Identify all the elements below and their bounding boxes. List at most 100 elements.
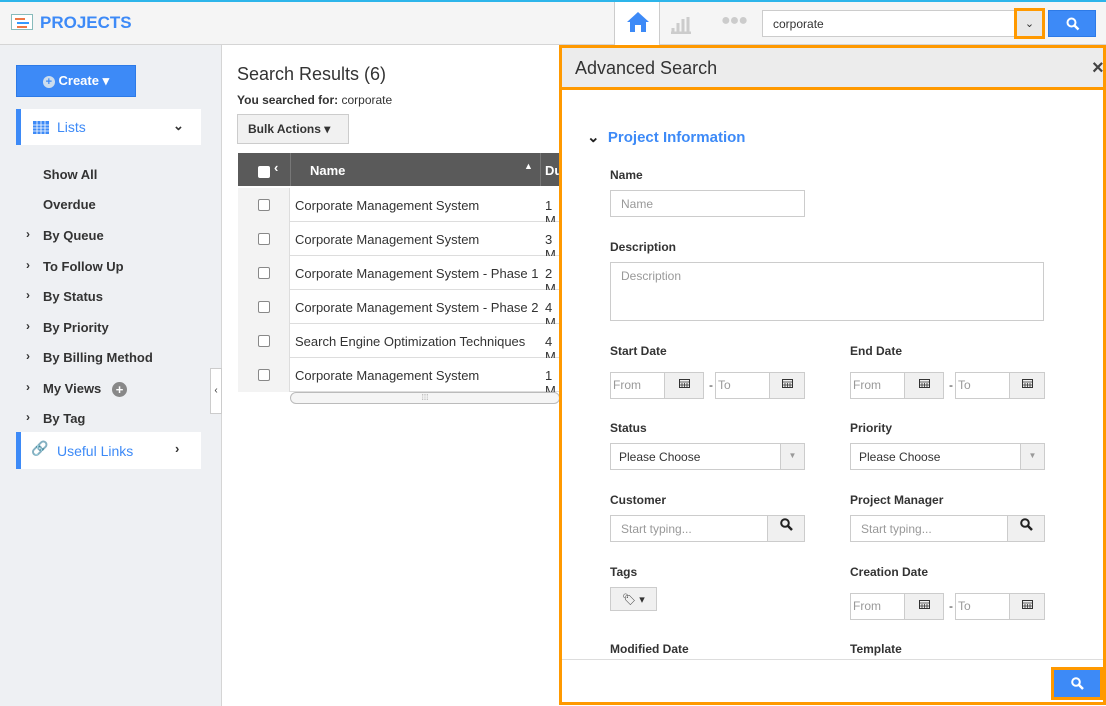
calendar-icon[interactable] bbox=[904, 372, 944, 399]
caret-down-icon[interactable]: ▼ bbox=[780, 443, 805, 470]
customer-input[interactable]: Start typing... bbox=[610, 515, 768, 542]
range-dash: - bbox=[949, 599, 953, 613]
section-toggle[interactable]: ⌄ Project Information bbox=[587, 128, 745, 146]
search-icon[interactable] bbox=[767, 515, 805, 542]
advanced-search-toggle[interactable]: ⌄ bbox=[1014, 8, 1045, 39]
calendar-icon[interactable] bbox=[769, 372, 805, 399]
calendar-icon[interactable] bbox=[664, 372, 704, 399]
row-checkbox[interactable] bbox=[258, 199, 270, 211]
caret-down-icon: ▾ bbox=[102, 73, 110, 88]
sort-asc-icon: ▲ bbox=[524, 161, 533, 171]
horizontal-scrollbar[interactable]: ⁞⁞⁞ bbox=[290, 392, 560, 404]
chevron-right-icon: › bbox=[26, 258, 30, 272]
row-name[interactable]: Corporate Management System bbox=[295, 368, 479, 383]
row-checkbox[interactable] bbox=[258, 233, 270, 245]
row-checkbox[interactable] bbox=[258, 301, 270, 313]
search-icon[interactable] bbox=[1007, 515, 1045, 542]
bulk-actions-button[interactable]: Bulk Actions ▾ bbox=[237, 114, 349, 144]
row-name[interactable]: Search Engine Optimization Techniques bbox=[295, 334, 525, 349]
chevron-down-icon: ⌄ bbox=[1024, 18, 1035, 30]
chevron-right-icon: › bbox=[26, 410, 30, 424]
create-button[interactable]: + Create ▾ bbox=[16, 65, 136, 97]
add-view-icon[interactable]: + bbox=[112, 382, 127, 397]
creation-date-to[interactable]: To bbox=[955, 593, 1010, 620]
home-button[interactable] bbox=[614, 2, 660, 45]
table-row[interactable]: Corporate Management System 1 M bbox=[238, 358, 563, 398]
sidebar-item[interactable]: Show All bbox=[43, 167, 97, 182]
start-date-to[interactable]: To bbox=[715, 372, 770, 399]
collapse-sidebar-button[interactable]: ‹ bbox=[210, 368, 222, 414]
sidebar-item[interactable]: By Priority bbox=[43, 320, 109, 335]
advanced-search-submit[interactable] bbox=[1051, 667, 1103, 700]
page-title: Search Results (6) bbox=[237, 64, 387, 84]
close-icon[interactable]: × bbox=[1092, 57, 1103, 80]
searched-for: You searched for: corporate bbox=[237, 93, 393, 107]
sidebar-item[interactable]: To Follow Up bbox=[43, 259, 124, 274]
table-row[interactable]: Corporate Management System 3 M bbox=[238, 222, 563, 262]
row-checkbox[interactable] bbox=[258, 335, 270, 347]
caret-down-icon[interactable]: ▼ bbox=[1020, 443, 1045, 470]
plus-circle-icon: + bbox=[42, 76, 55, 88]
more-icon[interactable]: ●●● bbox=[721, 12, 748, 30]
row-select-cell bbox=[238, 324, 290, 358]
modified-date-label: Modified Date bbox=[610, 642, 689, 656]
panel-footer bbox=[562, 659, 1103, 702]
app-title: PROJECTS bbox=[40, 13, 132, 32]
table-row[interactable]: Corporate Management System - Phase 24 M bbox=[238, 290, 563, 330]
row-name[interactable]: Corporate Management System - Phase 2 bbox=[295, 300, 539, 315]
tag-icon: 🏷 bbox=[622, 594, 637, 606]
template-label: Template bbox=[850, 642, 902, 656]
priority-label: Priority bbox=[850, 421, 893, 435]
row-name[interactable]: Corporate Management System - Phase 1 bbox=[295, 266, 539, 281]
row-name[interactable]: Corporate Management System bbox=[295, 198, 479, 213]
chart-icon[interactable] bbox=[670, 14, 692, 34]
row-name[interactable]: Corporate Management System bbox=[295, 232, 479, 247]
row-checkbox[interactable] bbox=[258, 369, 270, 381]
tags-dropdown[interactable]: 🏷 ▾ bbox=[610, 587, 657, 611]
panel-title: Advanced Search bbox=[575, 58, 718, 78]
calendar-icon[interactable] bbox=[1009, 372, 1045, 399]
useful-links-toggle[interactable]: 🔗 Useful Links › bbox=[16, 432, 201, 469]
advanced-search-panel: Advanced Search × ⌄ Project Information … bbox=[559, 45, 1106, 705]
select-all-checkbox[interactable] bbox=[258, 166, 270, 178]
end-date-label: End Date bbox=[850, 344, 903, 358]
chevron-left-icon[interactable]: ‹ bbox=[274, 160, 278, 175]
search-icon bbox=[1066, 17, 1080, 31]
row-checkbox[interactable] bbox=[258, 267, 270, 279]
projects-logo-icon bbox=[11, 14, 33, 30]
chevron-right-icon: › bbox=[26, 319, 30, 333]
sidebar-item[interactable]: By Billing Method bbox=[43, 350, 153, 365]
lists-toggle[interactable]: Lists ⌄ bbox=[16, 109, 201, 145]
start-date-from[interactable]: From bbox=[610, 372, 665, 399]
table-row[interactable]: Search Engine Optimization Techniques 4 M bbox=[238, 324, 563, 364]
end-date-from[interactable]: From bbox=[850, 372, 905, 399]
table-row[interactable]: Corporate Management System - Phase 12 M bbox=[238, 256, 563, 296]
calendar-icon[interactable] bbox=[1009, 593, 1045, 620]
sidebar-item[interactable]: By Status bbox=[43, 289, 103, 304]
description-label: Description bbox=[610, 240, 677, 254]
calendar-icon[interactable] bbox=[904, 593, 944, 620]
chevron-right-icon: › bbox=[26, 288, 30, 302]
name-input[interactable]: Name bbox=[610, 190, 805, 217]
column-name[interactable]: Name bbox=[310, 163, 345, 178]
range-dash: - bbox=[949, 378, 953, 392]
table-row[interactable]: Corporate Management System 1 M bbox=[238, 188, 563, 228]
search-input[interactable]: corporate bbox=[762, 10, 1016, 37]
row-select-cell bbox=[238, 256, 290, 290]
row-select-cell bbox=[238, 222, 290, 256]
sidebar-item[interactable]: By Queue bbox=[43, 228, 104, 243]
chevron-down-icon: ⌄ bbox=[587, 129, 600, 146]
end-date-to[interactable]: To bbox=[955, 372, 1010, 399]
creation-date-label: Creation Date bbox=[850, 565, 929, 579]
sidebar-item[interactable]: Overdue bbox=[43, 197, 96, 212]
sidebar-item[interactable]: By Tag bbox=[43, 411, 85, 426]
priority-select[interactable]: Please Choose bbox=[850, 443, 1045, 470]
project-manager-input[interactable]: Start typing... bbox=[850, 515, 1008, 542]
creation-date-from[interactable]: From bbox=[850, 593, 905, 620]
sidebar-item[interactable]: My Views bbox=[43, 381, 101, 396]
status-select[interactable]: Please Choose bbox=[610, 443, 805, 470]
description-textarea[interactable]: Description bbox=[610, 262, 1044, 321]
sidebar: + Create ▾ Lists ⌄ Show All Overdue › By Qu… bbox=[0, 45, 222, 706]
search-button[interactable] bbox=[1048, 10, 1096, 37]
chevron-right-icon: › bbox=[26, 227, 30, 241]
